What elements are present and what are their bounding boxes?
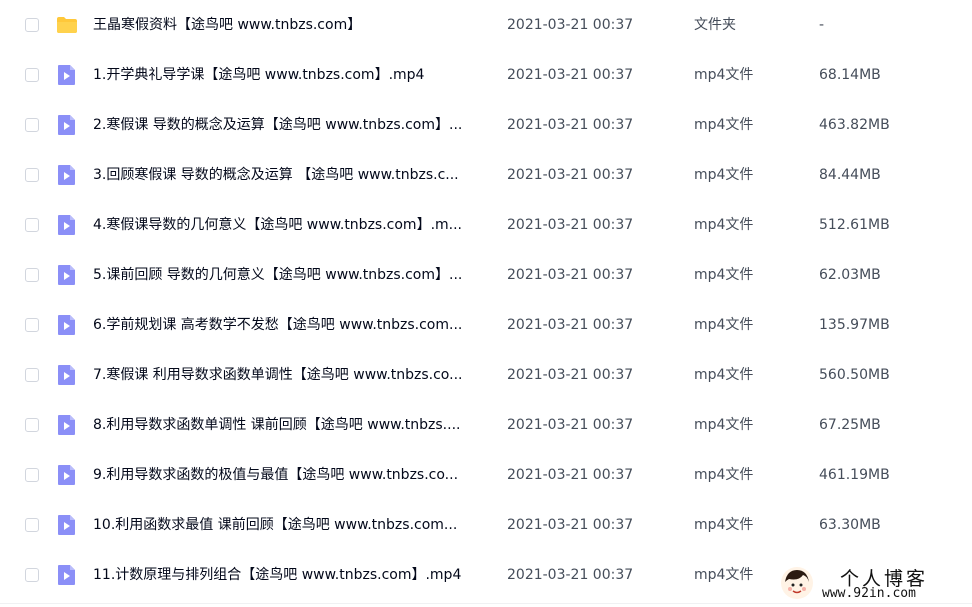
- file-time: 2021-03-21 00:37: [507, 517, 634, 533]
- file-size: 62.03MB: [819, 267, 881, 283]
- file-size: 135.97MB: [819, 317, 890, 333]
- video-file-icon: [58, 115, 75, 135]
- row-checkbox[interactable]: [25, 218, 39, 232]
- file-name[interactable]: 11.计数原理与排列组合【途鸟吧 www.tnbzs.com】.mp4: [93, 565, 488, 585]
- file-type: mp4文件: [694, 317, 754, 333]
- file-row[interactable]: 7.寒假课 利用导数求函数单调性【途鸟吧 www.tnbzs.co... 202…: [0, 350, 972, 400]
- file-time: 2021-03-21 00:37: [507, 217, 634, 233]
- file-name[interactable]: 10.利用函数求最值 课前回顾【途鸟吧 www.tnbzs.com...: [93, 515, 488, 535]
- row-checkbox[interactable]: [25, 568, 39, 582]
- file-row[interactable]: 3.回顾寒假课 导数的概念及运算 【途鸟吧 www.tnbzs.c... 202…: [0, 150, 972, 200]
- file-name[interactable]: 7.寒假课 利用导数求函数单调性【途鸟吧 www.tnbzs.co...: [93, 365, 488, 385]
- file-row[interactable]: 9.利用导数求函数的极值与最值【途鸟吧 www.tnbzs.co... 2021…: [0, 450, 972, 500]
- file-type: mp4文件: [694, 367, 754, 383]
- video-file-icon: [58, 265, 75, 285]
- file-name[interactable]: 4.寒假课导数的几何意义【途鸟吧 www.tnbzs.com】.m...: [93, 215, 488, 235]
- video-file-icon: [58, 365, 75, 385]
- file-time: 2021-03-21 00:37: [507, 67, 634, 83]
- file-size: 67.25MB: [819, 417, 881, 433]
- file-type: mp4文件: [694, 67, 754, 83]
- file-size: 63.30MB: [819, 517, 881, 533]
- row-checkbox[interactable]: [25, 18, 39, 32]
- file-name[interactable]: 1.开学典礼导学课【途鸟吧 www.tnbzs.com】.mp4: [93, 65, 488, 85]
- video-file-icon: [58, 65, 75, 85]
- file-row-folder[interactable]: 王晶寒假资料【途鸟吧 www.tnbzs.com】 2021-03-21 00:…: [0, 0, 972, 50]
- file-size: 512.61MB: [819, 217, 890, 233]
- file-time: 2021-03-21 00:37: [507, 467, 634, 483]
- file-size: -: [819, 17, 825, 33]
- file-type: mp4文件: [694, 417, 754, 433]
- row-checkbox[interactable]: [25, 268, 39, 282]
- file-name[interactable]: 2.寒假课 导数的概念及运算【途鸟吧 www.tnbzs.com】...: [93, 115, 488, 135]
- row-checkbox[interactable]: [25, 468, 39, 482]
- video-file-icon: [58, 415, 75, 435]
- file-time: 2021-03-21 00:37: [507, 17, 634, 33]
- row-checkbox[interactable]: [25, 368, 39, 382]
- file-time: 2021-03-21 00:37: [507, 367, 634, 383]
- file-time: 2021-03-21 00:37: [507, 167, 634, 183]
- file-row[interactable]: 11.计数原理与排列组合【途鸟吧 www.tnbzs.com】.mp4 2021…: [0, 550, 972, 600]
- file-type: mp4文件: [694, 567, 754, 583]
- file-row[interactable]: 10.利用函数求最值 课前回顾【途鸟吧 www.tnbzs.com... 202…: [0, 500, 972, 550]
- file-name[interactable]: 3.回顾寒假课 导数的概念及运算 【途鸟吧 www.tnbzs.c...: [93, 165, 488, 185]
- video-file-icon: [58, 315, 75, 335]
- file-size: 463.82MB: [819, 117, 890, 133]
- file-row[interactable]: 6.学前规划课 高考数学不发愁【途鸟吧 www.tnbzs.com... 202…: [0, 300, 972, 350]
- file-type: mp4文件: [694, 217, 754, 233]
- list-divider: [0, 603, 972, 604]
- file-row[interactable]: 2.寒假课 导数的概念及运算【途鸟吧 www.tnbzs.com】... 202…: [0, 100, 972, 150]
- file-name[interactable]: 9.利用导数求函数的极值与最值【途鸟吧 www.tnbzs.co...: [93, 465, 488, 485]
- file-row[interactable]: 1.开学典礼导学课【途鸟吧 www.tnbzs.com】.mp4 2021-03…: [0, 50, 972, 100]
- file-name[interactable]: 5.课前回顾 导数的几何意义【途鸟吧 www.tnbzs.com】...: [93, 265, 488, 285]
- file-row[interactable]: 5.课前回顾 导数的几何意义【途鸟吧 www.tnbzs.com】... 202…: [0, 250, 972, 300]
- file-time: 2021-03-21 00:37: [507, 267, 634, 283]
- file-type: mp4文件: [694, 167, 754, 183]
- row-checkbox[interactable]: [25, 318, 39, 332]
- row-checkbox[interactable]: [25, 418, 39, 432]
- file-name[interactable]: 王晶寒假资料【途鸟吧 www.tnbzs.com】: [93, 15, 488, 35]
- folder-icon: [57, 17, 77, 33]
- file-row[interactable]: 8.利用导数求函数单调性 课前回顾【途鸟吧 www.tnbzs.... 2021…: [0, 400, 972, 450]
- file-type: mp4文件: [694, 517, 754, 533]
- file-row[interactable]: 4.寒假课导数的几何意义【途鸟吧 www.tnbzs.com】.m... 202…: [0, 200, 972, 250]
- file-type: mp4文件: [694, 117, 754, 133]
- file-size: 560.50MB: [819, 367, 890, 383]
- file-size: 68.14MB: [819, 67, 881, 83]
- row-checkbox[interactable]: [25, 518, 39, 532]
- video-file-icon: [58, 565, 75, 585]
- file-size: 84.44MB: [819, 167, 881, 183]
- video-file-icon: [58, 465, 75, 485]
- file-list: 王晶寒假资料【途鸟吧 www.tnbzs.com】 2021-03-21 00:…: [0, 0, 972, 607]
- file-size: 461.19MB: [819, 467, 890, 483]
- file-name[interactable]: 6.学前规划课 高考数学不发愁【途鸟吧 www.tnbzs.com...: [93, 315, 488, 335]
- row-checkbox[interactable]: [25, 68, 39, 82]
- video-file-icon: [58, 515, 75, 535]
- row-checkbox[interactable]: [25, 168, 39, 182]
- file-time: 2021-03-21 00:37: [507, 317, 634, 333]
- video-file-icon: [58, 165, 75, 185]
- row-checkbox[interactable]: [25, 118, 39, 132]
- file-time: 2021-03-21 00:37: [507, 417, 634, 433]
- file-type: mp4文件: [694, 267, 754, 283]
- file-time: 2021-03-21 00:37: [507, 117, 634, 133]
- file-name[interactable]: 8.利用导数求函数单调性 课前回顾【途鸟吧 www.tnbzs....: [93, 415, 488, 435]
- file-type: mp4文件: [694, 467, 754, 483]
- video-file-icon: [58, 215, 75, 235]
- file-time: 2021-03-21 00:37: [507, 567, 634, 583]
- file-type: 文件夹: [694, 17, 736, 33]
